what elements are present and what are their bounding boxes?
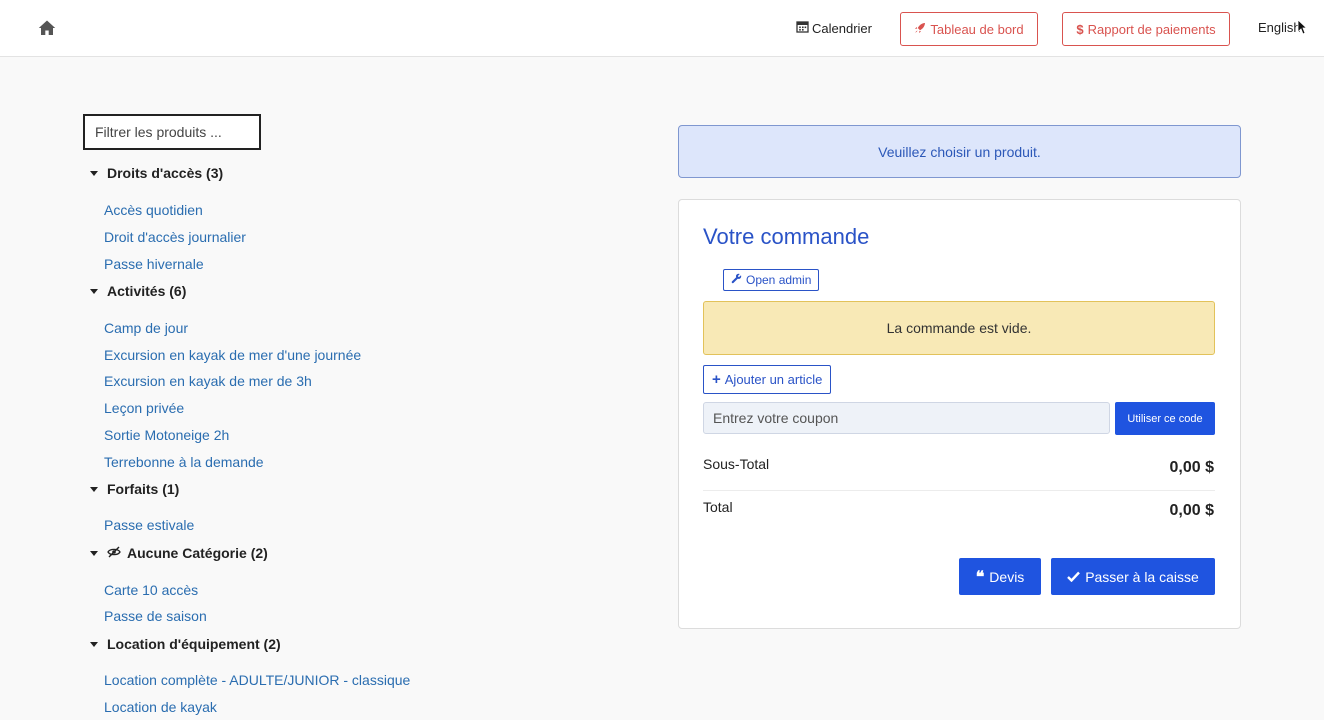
coupon-input[interactable] (703, 402, 1110, 434)
category-header-uncategorized[interactable]: Aucune Catégorie (2) (90, 545, 268, 561)
product-link[interactable]: Location complète - ADULTE/JUNIOR - clas… (104, 672, 410, 688)
caret-down-icon (90, 288, 98, 294)
product-link[interactable]: Excursion en kayak de mer de 3h (104, 373, 312, 389)
checkout-button[interactable]: Passer à la caisse (1051, 558, 1215, 595)
empty-order-text: La commande est vide. (886, 320, 1032, 336)
order-title: Votre commande (703, 224, 870, 249)
wrench-icon (731, 273, 742, 287)
product-link[interactable]: Passe estivale (104, 517, 194, 533)
caret-down-icon (90, 550, 98, 556)
product-filter-input[interactable] (83, 114, 261, 150)
dashboard-label: Tableau de bord (930, 21, 1024, 37)
quote-icon: ❝ (975, 567, 985, 586)
eye-slash-icon (107, 545, 121, 561)
payments-report-button[interactable]: $ Rapport de paiements (1062, 12, 1230, 46)
product-link[interactable]: Accès quotidien (104, 202, 203, 218)
divider (703, 490, 1215, 491)
plus-icon: + (712, 371, 721, 388)
product-link[interactable]: Leçon privée (104, 400, 184, 416)
check-icon (1067, 569, 1081, 585)
product-link[interactable]: Excursion en kayak de mer d'une journée (104, 347, 361, 363)
category-title: Aucune Catégorie (2) (127, 545, 268, 561)
product-link[interactable]: Camp de jour (104, 320, 188, 336)
language-switch[interactable]: English (1258, 20, 1301, 35)
subtotal-value: 0,00 $ (1169, 459, 1214, 476)
caret-down-icon (90, 641, 98, 647)
category-header-access[interactable]: Droits d'accès (3) (90, 165, 223, 181)
checkout-label: Passer à la caisse (1085, 568, 1199, 585)
subtotal-label: Sous-Total (703, 456, 770, 472)
quote-button[interactable]: ❝ Devis (959, 558, 1041, 595)
product-link[interactable]: Location de kayak (104, 699, 217, 715)
product-link[interactable]: Sortie Motoneige 2h (104, 427, 229, 443)
choose-product-alert: Veuillez choisir un produit. (678, 125, 1241, 178)
dollar-icon: $ (1076, 21, 1084, 37)
open-admin-label: Open admin (746, 273, 812, 287)
category-title: Forfaits (1) (107, 481, 180, 497)
home-icon[interactable] (38, 19, 56, 37)
product-link[interactable]: Passe hivernale (104, 256, 204, 272)
apply-coupon-button[interactable]: Utiliser ce code (1115, 402, 1215, 435)
open-admin-button[interactable]: Open admin (723, 269, 820, 291)
caret-down-icon (90, 486, 98, 492)
category-title: Activités (6) (107, 283, 187, 299)
product-link[interactable]: Carte 10 accès (104, 582, 198, 598)
add-item-label: Ajouter un article (724, 372, 823, 387)
total-value: 0,00 $ (1169, 502, 1214, 519)
add-item-button[interactable]: + Ajouter un article (703, 365, 832, 394)
product-link[interactable]: Terrebonne à la demande (104, 454, 264, 470)
category-title: Location d'équipement (2) (107, 636, 281, 652)
category-header-rental[interactable]: Location d'équipement (2) (90, 636, 281, 652)
empty-order-alert: La commande est vide. (703, 301, 1215, 355)
category-header-packages[interactable]: Forfaits (1) (90, 481, 179, 497)
category-header-activities[interactable]: Activités (6) (90, 283, 186, 299)
order-panel: Votre commande Open admin La commande es… (678, 199, 1241, 629)
calendar-icon (796, 20, 809, 36)
payments-report-label: Rapport de paiements (1087, 21, 1216, 37)
product-link[interactable]: Droit d'accès journalier (104, 229, 246, 245)
dashboard-button[interactable]: Tableau de bord (900, 12, 1038, 46)
mouse-cursor-icon (1297, 19, 1308, 38)
quote-label: Devis (989, 568, 1025, 585)
total-label: Total (703, 499, 733, 515)
calendar-link[interactable]: Calendrier (796, 20, 872, 36)
top-navbar: Calendrier Tableau de bord $ Rapport de … (0, 0, 1324, 57)
category-title: Droits d'accès (3) (107, 165, 224, 181)
alert-text: Veuillez choisir un produit. (878, 143, 1041, 160)
calendar-label: Calendrier (812, 20, 872, 36)
caret-down-icon (90, 170, 98, 176)
product-link[interactable]: Passe de saison (104, 608, 207, 624)
rocket-icon (914, 22, 926, 37)
